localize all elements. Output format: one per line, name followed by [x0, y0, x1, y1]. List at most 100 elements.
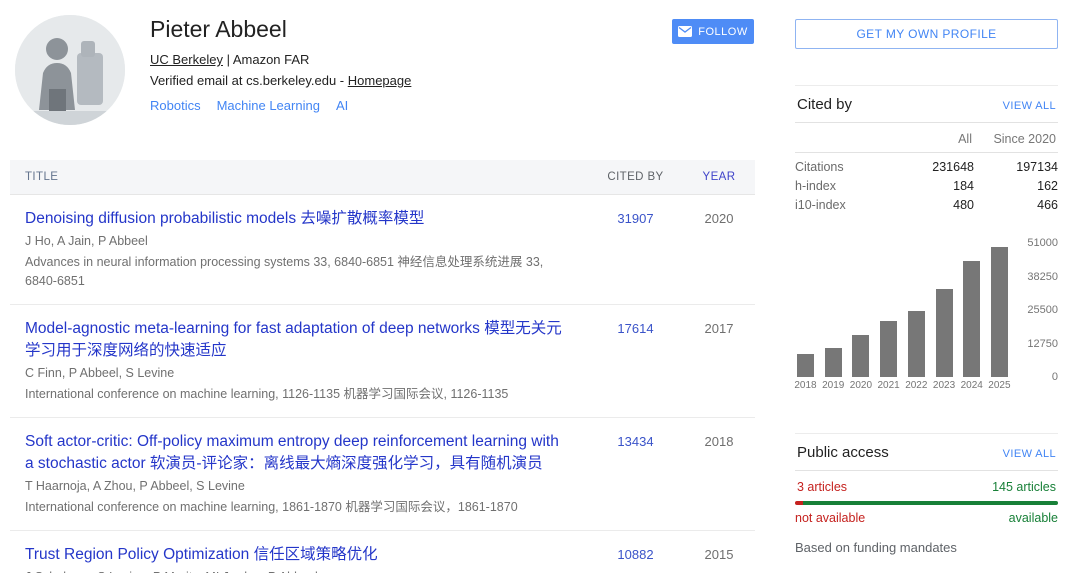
article-title-link[interactable]: Denoising diffusion probabilistic models…	[25, 208, 566, 230]
chart-ytick-51000: 51000	[1027, 237, 1058, 249]
article-cited-by-link[interactable]: 13434	[588, 431, 683, 517]
article-year: 2017	[683, 318, 755, 404]
chart-bar-2022[interactable]	[908, 311, 925, 377]
metric-value-since: 466	[974, 196, 1058, 215]
article-venue: Advances in neural information processin…	[25, 253, 566, 291]
public-access-available-count: 145 articles	[992, 480, 1056, 494]
chart-bar-column-2021: 2021	[880, 243, 897, 377]
interest-link-ai[interactable]: AI	[336, 98, 348, 113]
metric-label[interactable]: Citations	[795, 158, 900, 177]
chart-bar-column-2025: 2025	[991, 243, 1008, 377]
chart-bar-column-2024: 2024	[963, 243, 980, 377]
chart-bar-2025[interactable]	[991, 247, 1008, 377]
article-main: Model-agnostic meta-learning for fast ad…	[10, 318, 588, 404]
affiliation-link[interactable]: UC Berkeley	[150, 52, 223, 67]
metric-value-all: 480	[900, 196, 974, 215]
column-header-cited-by[interactable]: CITED BY	[588, 171, 683, 183]
chart-plot-area: 20182019202020212022202320242025	[797, 243, 1008, 377]
article-row: Denoising diffusion probabilistic models…	[10, 195, 755, 305]
article-row: Trust Region Policy Optimization 信任区域策略优…	[10, 531, 755, 573]
metric-row-i10-index: i10-index480466	[795, 196, 1058, 215]
column-header-title[interactable]: TITLE	[10, 171, 588, 183]
publications-table: TITLE CITED BY YEAR Denoising diffusion …	[10, 160, 755, 573]
chart-bar-column-2023: 2023	[936, 243, 953, 377]
article-main: Soft actor-critic: Off-policy maximum en…	[10, 431, 588, 517]
metric-value-since: 162	[974, 177, 1058, 196]
chart-ytick-0: 0	[1052, 371, 1058, 383]
verified-email-text: Verified email at cs.berkeley.edu -	[150, 73, 348, 88]
public-access-progress-bar	[795, 501, 1058, 505]
metric-value-all: 184	[900, 177, 974, 196]
homepage-link[interactable]: Homepage	[348, 73, 412, 88]
article-cited-by-link[interactable]: 17614	[588, 318, 683, 404]
article-year: 2020	[683, 208, 755, 291]
avatar-photo-placeholder	[15, 15, 125, 125]
chart-bar-2024[interactable]	[963, 261, 980, 377]
chart-bar-2021[interactable]	[880, 321, 897, 377]
public-access-unavailable-count: 3 articles	[797, 480, 847, 494]
article-cited-by-link[interactable]: 10882	[588, 544, 683, 573]
public-access-available-bar	[803, 501, 1058, 505]
affiliation: UC Berkeley | Amazon FAR	[150, 52, 411, 67]
cited-by-title: Cited by	[797, 96, 852, 113]
chart-year-label-2025: 2025	[988, 380, 1010, 391]
get-my-own-profile-button[interactable]: GET MY OWN PROFILE	[795, 19, 1058, 49]
cited-by-col-all: All	[898, 132, 972, 146]
article-title-link[interactable]: Model-agnostic meta-learning for fast ad…	[25, 318, 566, 362]
article-authors: C Finn, P Abbeel, S Levine	[25, 364, 566, 383]
public-access-unavailable-bar	[795, 501, 803, 505]
article-venue: International conference on machine lear…	[25, 498, 566, 517]
article-cited-by-link[interactable]: 31907	[588, 208, 683, 291]
public-access-section: Public access VIEW ALL 3 articles 145 ar…	[795, 433, 1058, 555]
chart-year-label-2020: 2020	[850, 380, 872, 391]
chart-bar-column-2018: 2018	[797, 243, 814, 377]
article-venue: International conference on machine lear…	[25, 385, 566, 404]
sidebar: GET MY OWN PROFILE Cited by VIEW ALL All…	[795, 0, 1058, 555]
article-row: Soft actor-critic: Off-policy maximum en…	[10, 418, 755, 531]
chart-bar-column-2022: 2022	[908, 243, 925, 377]
chart-bar-2019[interactable]	[825, 348, 842, 377]
mail-icon	[678, 26, 692, 37]
follow-button[interactable]: FOLLOW	[672, 19, 754, 44]
chart-ytick-38250: 38250	[1027, 271, 1058, 283]
article-title-link[interactable]: Soft actor-critic: Off-policy maximum en…	[25, 431, 566, 475]
metric-value-since: 197134	[974, 158, 1058, 177]
avatar[interactable]	[15, 15, 125, 125]
chart-year-label-2021: 2021	[877, 380, 899, 391]
scholar-profile-page: Pieter Abbeel UC Berkeley | Amazon FAR V…	[0, 0, 1080, 573]
verified-email: Verified email at cs.berkeley.edu - Home…	[150, 73, 411, 88]
cited-by-metrics: Citations231648197134h-index184162i10-in…	[795, 153, 1058, 215]
public-access-view-all-link[interactable]: VIEW ALL	[1003, 448, 1056, 460]
article-year: 2018	[683, 431, 755, 517]
chart-bar-column-2020: 2020	[852, 243, 869, 377]
interest-link-robotics[interactable]: Robotics	[150, 98, 201, 113]
profile-info: Pieter Abbeel UC Berkeley | Amazon FAR V…	[150, 16, 411, 113]
public-access-available-label: available	[1009, 511, 1058, 525]
chart-y-axis: 510003825025500127500	[1012, 243, 1058, 377]
chart-year-label-2018: 2018	[794, 380, 816, 391]
metric-label[interactable]: i10-index	[795, 196, 900, 215]
article-main: Denoising diffusion probabilistic models…	[10, 208, 588, 291]
interest-link-machine-learning[interactable]: Machine Learning	[217, 98, 320, 113]
public-access-title: Public access	[797, 444, 889, 461]
chart-bar-2023[interactable]	[936, 289, 953, 377]
article-authors: J Ho, A Jain, P Abbeel	[25, 232, 566, 251]
cited-by-col-since: Since 2020	[972, 132, 1056, 146]
follow-button-label: FOLLOW	[698, 26, 747, 38]
metric-row-citations: Citations231648197134	[795, 158, 1058, 177]
cited-by-column-headers: All Since 2020	[795, 123, 1058, 153]
chart-bar-2020[interactable]	[852, 335, 869, 377]
column-header-year[interactable]: YEAR	[683, 171, 755, 183]
public-access-unavailable-label: not available	[795, 511, 865, 525]
article-main: Trust Region Policy Optimization 信任区域策略优…	[10, 544, 588, 573]
cited-by-view-all-link[interactable]: VIEW ALL	[1003, 100, 1056, 112]
article-title-link[interactable]: Trust Region Policy Optimization 信任区域策略优…	[25, 544, 566, 566]
articles-list: Denoising diffusion probabilistic models…	[10, 195, 755, 573]
chart-bar-2018[interactable]	[797, 354, 814, 377]
chart-year-label-2023: 2023	[933, 380, 955, 391]
metric-label[interactable]: h-index	[795, 177, 900, 196]
chart-ytick-12750: 12750	[1027, 338, 1058, 350]
article-row: Model-agnostic meta-learning for fast ad…	[10, 305, 755, 418]
cited-by-section: Cited by VIEW ALL All Since 2020 Citatio…	[795, 85, 1058, 215]
chart-year-label-2022: 2022	[905, 380, 927, 391]
